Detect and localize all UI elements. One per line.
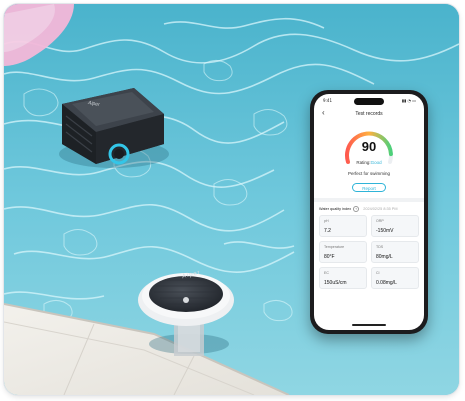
metric-name: EC — [324, 271, 329, 275]
screen-title: Test records — [355, 111, 383, 117]
metric-name: ORP — [376, 219, 384, 223]
metric-value: 80°F — [324, 254, 335, 260]
metric-value: 80mg/L — [376, 254, 393, 260]
wqi-date: 2024/02/25 8:35 PM — [363, 207, 398, 211]
metric-card-ph[interactable]: pH 7.2 — [319, 215, 367, 237]
metric-value: 0.08mg/L — [376, 280, 397, 286]
metric-name: Cl — [376, 271, 380, 275]
status-icons: ▮▮ ◔ ▭ — [401, 98, 416, 103]
water-score: 90 — [361, 139, 377, 154]
rating-line: Rating:Good — [314, 160, 424, 165]
rating-message: Perfect for swimming — [347, 171, 390, 176]
report-button[interactable]: Report — [352, 183, 386, 192]
metric-name: TDS — [376, 245, 384, 249]
home-indicator — [352, 324, 386, 326]
section-divider — [314, 198, 424, 202]
app-screen: 9:41 ▮▮ ◔ ▭ ‹ Test records 90 Rating:Goo… — [314, 94, 424, 330]
metric-card-orp[interactable]: ORP -150mV — [371, 215, 419, 237]
metric-value: -150mV — [376, 228, 394, 234]
metric-name: Temperature — [324, 245, 345, 249]
rating-label: Rating: — [356, 160, 371, 165]
metric-card-tds[interactable]: TDS 80mg/L — [371, 241, 419, 263]
metric-card-cl[interactable]: Cl 0.08mg/L — [371, 267, 419, 289]
status-time: 9:41 — [323, 98, 332, 103]
phone-notch — [354, 98, 384, 105]
metric-card-temperature[interactable]: Temperature 80°F — [319, 241, 367, 263]
metric-value: 150uS/cm — [324, 280, 347, 286]
metric-name: pH — [324, 219, 329, 223]
metric-value: 7.2 — [324, 228, 331, 234]
water-quality-index-row: Water quality index ? 2024/02/25 8:35 PM — [319, 206, 419, 212]
wqi-label: Water quality index — [319, 207, 352, 211]
floating-sensor — [138, 273, 234, 356]
product-photo-frame: Aiper Aiper 9:41 ▮▮ ◔ ▭ ‹ Test records 9… — [4, 4, 459, 395]
smartphone: 9:41 ▮▮ ◔ ▭ ‹ Test records 90 Rating:Goo… — [310, 90, 428, 334]
help-icon[interactable]: ? — [353, 206, 360, 212]
rating-value: Good — [370, 160, 382, 165]
metric-card-ec[interactable]: EC 150uS/cm — [319, 267, 367, 289]
